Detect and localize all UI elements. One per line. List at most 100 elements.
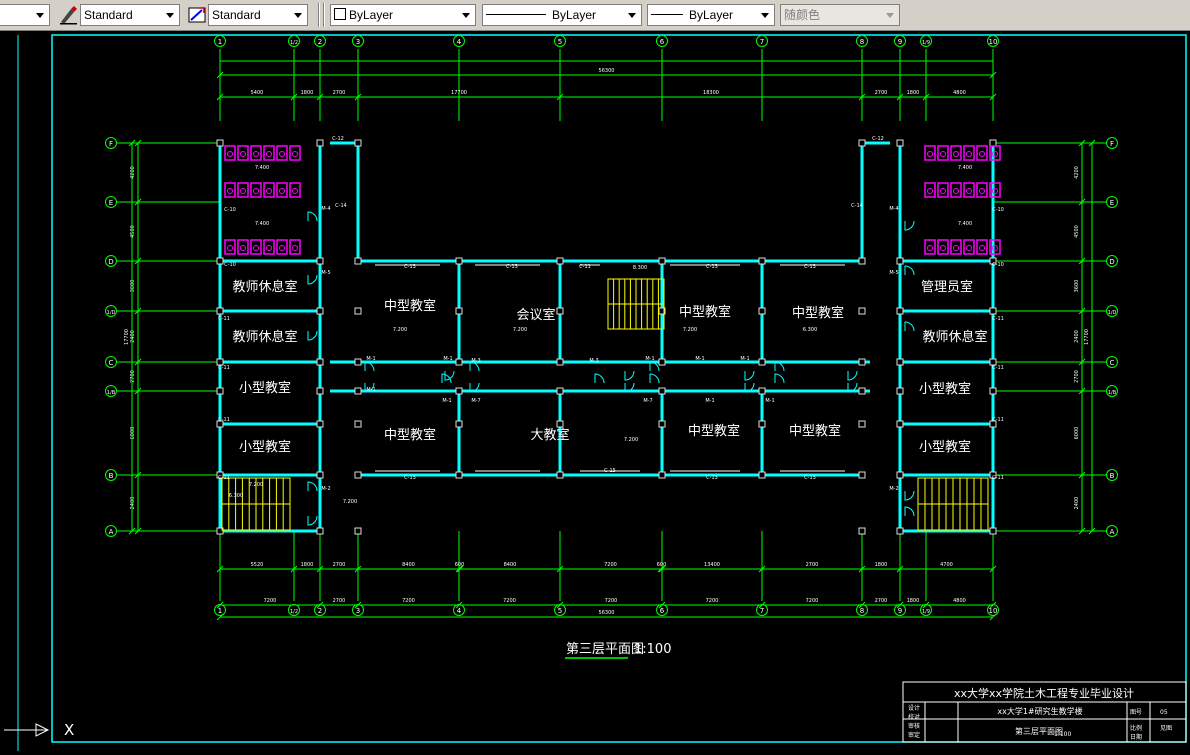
text-style-icon[interactable]: [58, 4, 80, 26]
dim-text: 2400: [1074, 330, 1080, 343]
dim-text: 4200: [130, 166, 136, 179]
structural-column: [658, 387, 666, 395]
dropdown-arrow-icon[interactable]: [883, 7, 897, 23]
dim-text: 2700: [875, 90, 888, 96]
dim-text: 2700: [875, 598, 888, 604]
room-label-medium-classroom-5: 中型教室: [688, 423, 740, 439]
axis-bubble-label: 1/B: [1108, 390, 1117, 396]
dim-text: 4500: [1074, 225, 1080, 238]
window-tag: C-11: [992, 475, 1004, 481]
structural-column: [216, 387, 224, 395]
building-name: xx大学1#研究生教学楼: [997, 706, 1082, 716]
lineweight-combo[interactable]: ByLayer: [647, 4, 775, 26]
door-tag: M-1: [366, 356, 375, 362]
room-label-medium-classroom-1: 中型教室: [384, 298, 436, 314]
sheet-no-value: 05: [1160, 709, 1168, 716]
axis-bubble-label: 10: [989, 607, 998, 615]
structural-column: [758, 358, 766, 366]
dim-text: 7200: [806, 598, 819, 604]
dim-text: 4200: [1074, 166, 1080, 179]
structural-column: [989, 139, 997, 147]
window-tag: C-13: [804, 475, 816, 481]
structural-column: [354, 358, 362, 366]
structural-column: [316, 387, 324, 395]
plan-title-text: 第三层平面图: [566, 642, 644, 657]
dropdown-arrow-icon[interactable]: [625, 7, 639, 23]
axis-bubble-label: 4: [457, 607, 462, 615]
structural-column: [989, 307, 997, 315]
door-tag: M-1: [645, 356, 654, 362]
structural-column: [216, 307, 224, 315]
window-tag: C-10: [224, 207, 236, 213]
structural-column: [556, 257, 564, 265]
properties-toolbar: Standard Standard ByLayer ByLayer ByLaye…: [0, 0, 1190, 31]
axis-bubble-label: 9: [898, 607, 902, 615]
room-label-small-classroom-3: 小型教室: [919, 381, 971, 397]
linetype-value: ByLayer: [552, 8, 597, 22]
drawing-canvas[interactable]: 5400 1800 2700 17700 18300 2700 1800 4800 56300 5…: [0, 31, 1190, 751]
layer-color-combo[interactable]: ByLayer: [330, 4, 476, 26]
door-tag: M-5: [889, 270, 898, 276]
linetype-combo[interactable]: ByLayer: [482, 4, 642, 26]
dim-style-combo[interactable]: Standard: [208, 4, 308, 26]
dim-text: 7200: [706, 598, 719, 604]
axis-bubble-label: 9: [898, 38, 902, 46]
structural-column: [354, 387, 362, 395]
dropdown-arrow-icon[interactable]: [758, 7, 772, 23]
structural-column: [989, 387, 997, 395]
elevation-mark: 8.300: [633, 265, 647, 271]
structural-column: [455, 420, 463, 428]
room-label-small-classroom-1: 小型教室: [239, 380, 291, 396]
dim-text: 5520: [251, 562, 264, 568]
dimension-style-icon[interactable]: [186, 4, 208, 26]
floor-plan-drawing[interactable]: 5400 1800 2700 17700 18300 2700 1800 4800 56300 5…: [0, 31, 1190, 751]
window-tag: C-12: [332, 136, 344, 142]
room-label-teacher-lounge-3: 教师休息室: [922, 329, 987, 345]
title-field-label: 审定: [908, 731, 920, 739]
window-tag: C-11: [992, 316, 1004, 322]
axis-bubble-label: 5: [558, 607, 562, 615]
elevation-mark: 7.200: [513, 327, 527, 333]
axis-bubble-label: B: [1110, 472, 1115, 480]
structural-column: [896, 420, 904, 428]
structural-column: [896, 527, 904, 535]
door-tag: M-1: [366, 387, 375, 393]
room-label-admin-room: 管理员室: [921, 279, 973, 295]
dropdown-arrow-icon[interactable]: [291, 7, 305, 23]
window-tag: C-14: [851, 203, 863, 209]
text-style-combo[interactable]: Standard: [80, 4, 180, 26]
plot-style-combo[interactable]: 随颜色: [780, 4, 900, 26]
structural-column: [216, 257, 224, 265]
structural-column: [455, 471, 463, 479]
structural-column: [354, 527, 362, 535]
window-tag: C-10: [224, 262, 236, 268]
dim-text: 56300: [599, 68, 615, 74]
dropdown-arrow-icon[interactable]: [459, 7, 473, 23]
previous-style-combo[interactable]: [0, 4, 50, 26]
date-label: 日期: [1130, 733, 1142, 741]
window-tag: C-13: [404, 475, 416, 481]
structural-column: [455, 358, 463, 366]
window-tag: C-13: [706, 475, 718, 481]
dropdown-arrow-icon[interactable]: [163, 7, 177, 23]
axis-bubble-label: F: [1110, 140, 1114, 148]
dropdown-arrow-icon[interactable]: [33, 7, 47, 23]
structural-column: [896, 471, 904, 479]
room-label-teacher-lounge-1: 教师休息室: [232, 279, 297, 295]
dim-text: 2400: [130, 497, 136, 510]
structural-column: [858, 257, 866, 265]
door-tag: M-2: [321, 486, 330, 492]
elevation-mark: 7.200: [624, 437, 638, 443]
structural-column: [316, 420, 324, 428]
structural-column: [858, 420, 866, 428]
structural-column: [858, 387, 866, 395]
door-tag: M-3: [589, 358, 598, 364]
structural-column: [316, 358, 324, 366]
structural-column: [758, 420, 766, 428]
axis-bubble-label: 1: [218, 607, 222, 615]
axis-bubble-label: D: [1109, 258, 1114, 266]
door-tag: M-1: [695, 356, 704, 362]
elevation-mark: 7.400: [255, 221, 269, 227]
axis-bubble-label: 1/B: [107, 390, 116, 396]
dim-text: 4700: [940, 562, 953, 568]
